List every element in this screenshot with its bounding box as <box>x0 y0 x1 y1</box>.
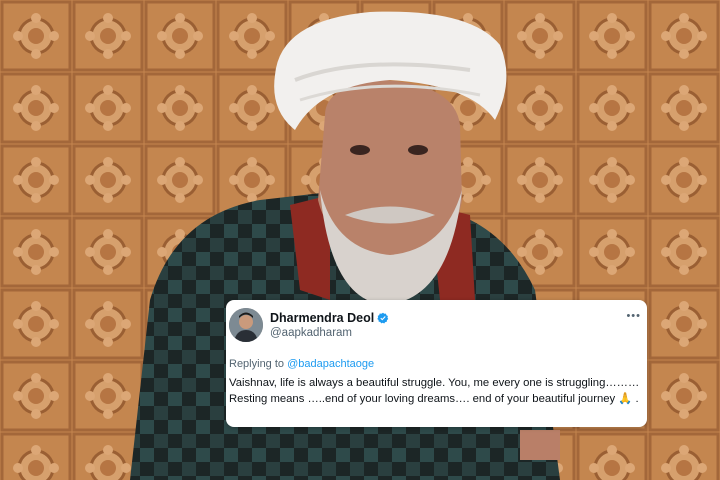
reply-prefix: Replying to <box>229 358 288 370</box>
author-row: Dharmendra Deol <box>270 311 389 325</box>
verified-badge-icon <box>377 312 389 324</box>
tweet-text: Vaishnav, life is always a beautiful str… <box>229 377 640 405</box>
news-image: Dharmendra Deol @aapkadharam ••• Replyin… <box>0 0 720 480</box>
display-name[interactable]: Dharmendra Deol <box>270 311 374 325</box>
avatar-image <box>229 308 263 342</box>
reply-target-link[interactable]: @badapachtaoge <box>287 358 374 370</box>
user-handle[interactable]: @aapkadharam <box>270 327 352 339</box>
tweet-card: Dharmendra Deol @aapkadharam ••• Replyin… <box>226 300 647 427</box>
replying-to-line: Replying to @badapachtaoge <box>229 358 374 370</box>
more-horizontal-icon[interactable]: ••• <box>626 310 641 322</box>
avatar[interactable] <box>229 308 263 342</box>
